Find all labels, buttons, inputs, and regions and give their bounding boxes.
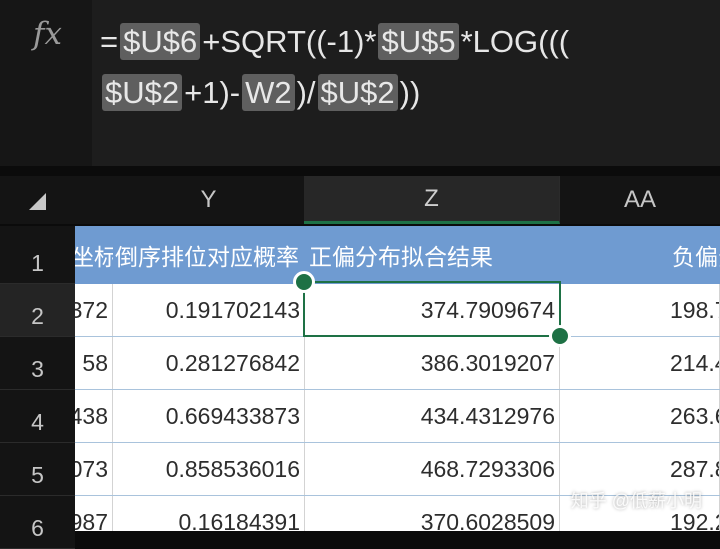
watermark: 知乎 @低薪小明 xyxy=(570,491,702,511)
cell-aa3[interactable]: 214.4 xyxy=(560,337,720,389)
select-all-icon xyxy=(29,193,46,210)
table-row: 58 0.281276842 386.3019207 214.4 xyxy=(75,337,720,390)
cell-y1[interactable]: 倒序排位对应概率 xyxy=(113,226,305,284)
cell-grid[interactable]: 坐标 倒序排位对应概率 正偏分布拟合结果 负偏分布拟合结 372 0.19170… xyxy=(75,226,720,531)
formula-bar[interactable]: fx = $U$6 +SQRT((-1)* $U$5 *LOG((( $U$2 +1)- W… xyxy=(0,0,720,166)
formula-cell-reference[interactable]: $U$6 xyxy=(120,23,201,60)
row-header-1[interactable]: 1 xyxy=(0,226,75,284)
cell-aa1[interactable]: 负偏分布拟合结 xyxy=(562,226,720,284)
cell-y2[interactable]: 0.191702143 xyxy=(113,284,305,336)
formula-input[interactable]: = $U$6 +SQRT((-1)* $U$5 *LOG((( $U$2 +1)- W2)/… xyxy=(100,16,710,118)
table-header-row: 坐标 倒序排位对应概率 正偏分布拟合结果 负偏分布拟合结 xyxy=(75,226,720,284)
cell-x5[interactable]: 073 xyxy=(75,443,113,495)
cell-z5[interactable]: 468.7293306 xyxy=(305,443,560,495)
cell-z4[interactable]: 434.4312976 xyxy=(305,390,560,442)
formula-text-segment: )) xyxy=(399,75,421,110)
cell-z3[interactable]: 386.3019207 xyxy=(305,337,560,389)
table-row: 438 0.669433873 434.4312976 263.6 xyxy=(75,390,720,443)
cell-x6[interactable]: 987 xyxy=(75,496,113,531)
cell-aa2[interactable]: 198.7 xyxy=(560,284,720,336)
formula-cell-reference[interactable]: $U$2 xyxy=(102,74,183,111)
cell-y4[interactable]: 0.669433873 xyxy=(113,390,305,442)
row-header-3[interactable]: 3 xyxy=(0,337,75,390)
cell-selection-outline xyxy=(303,281,561,337)
formula-text-segment: *LOG((( xyxy=(460,24,570,59)
column-header-label: AA xyxy=(623,186,656,213)
column-header-aa[interactable]: AA xyxy=(560,176,720,224)
cell-y3[interactable]: 0.281276842 xyxy=(113,337,305,389)
cell-x4[interactable]: 438 xyxy=(75,390,113,442)
formula-line-2: $U$2 +1)- W2)/$U$2)) xyxy=(100,67,710,118)
cell-aa4[interactable]: 263.6 xyxy=(560,390,720,442)
cell-z6[interactable]: 370.6028509 xyxy=(305,496,560,531)
column-header-y[interactable]: Y xyxy=(113,176,305,224)
cell-x3[interactable]: 58 xyxy=(75,337,113,389)
column-header-label: Y xyxy=(200,186,217,213)
cell-x1[interactable]: 坐标 xyxy=(75,226,113,284)
cell-y5[interactable]: 0.858536016 xyxy=(113,443,305,495)
toolbar-gap xyxy=(0,166,720,176)
column-header-label: Z xyxy=(424,184,439,212)
fx-icon: fx xyxy=(33,16,62,52)
fx-button[interactable]: fx xyxy=(0,0,92,166)
formula-text-segment: = xyxy=(100,24,119,59)
row-header-2[interactable]: 2 xyxy=(0,284,75,337)
row-header-6[interactable]: 6 xyxy=(0,496,75,549)
row-header-4[interactable]: 4 xyxy=(0,390,75,443)
formula-line-1: = $U$6 +SQRT((-1)* $U$5 *LOG((( xyxy=(100,16,710,67)
row-header-5[interactable]: 5 xyxy=(0,443,75,496)
cell-y6[interactable]: 0.16184391 xyxy=(113,496,305,531)
column-header-z[interactable]: Z xyxy=(304,176,560,224)
formula-cell-reference[interactable]: W2 xyxy=(242,74,295,111)
selection-end-handle[interactable] xyxy=(549,325,571,347)
column-header-x[interactable] xyxy=(75,176,114,224)
selection-start-handle[interactable] xyxy=(293,271,315,293)
cell-z1[interactable]: 正偏分布拟合结果 xyxy=(307,226,560,284)
formula-text-segment: )/ xyxy=(296,75,316,110)
formula-text-segment: +SQRT((-1)* xyxy=(202,24,377,59)
formula-text-segment: +1)- xyxy=(184,75,241,110)
formula-cell-reference[interactable]: $U$2 xyxy=(317,74,398,111)
formula-cell-reference[interactable]: $U$5 xyxy=(378,23,459,60)
cell-x2[interactable]: 372 xyxy=(75,284,113,336)
